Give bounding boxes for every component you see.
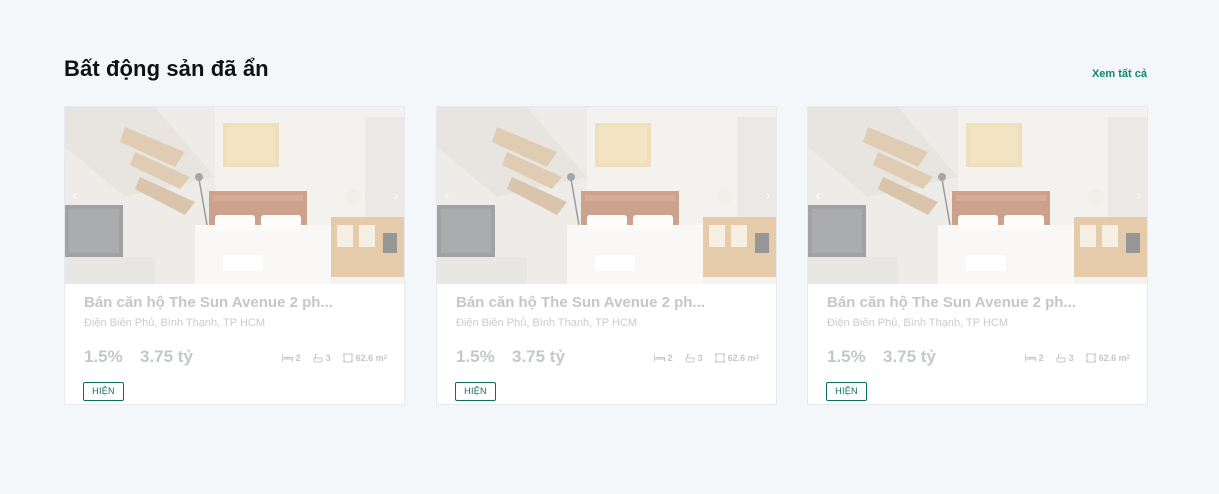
area-unit-exponent: 2 <box>383 355 387 361</box>
listing-title[interactable]: Bán căn hộ The Sun Avenue 2 ph... <box>456 294 705 311</box>
listing-card[interactable]: ‹ › Bán căn hộ The Sun Avenue 2 ph... Đi… <box>807 106 1148 405</box>
bath-icon <box>1056 354 1066 363</box>
beds-count: 2 <box>1038 353 1044 363</box>
listing-rate: 1.5% <box>84 347 123 366</box>
chevron-left-icon[interactable]: ‹ <box>439 185 455 205</box>
listing-photo[interactable]: ‹ › <box>65 107 404 284</box>
view-all-link[interactable]: Xem tất cả <box>1092 68 1147 80</box>
listing-rate: 1.5% <box>456 347 495 366</box>
listing-card[interactable]: ‹ › Bán căn hộ The Sun Avenue 2 ph... Đi… <box>64 106 405 405</box>
listing-price: 3.75 tỷ <box>883 347 936 366</box>
baths-spec: 3 <box>685 353 703 363</box>
area-spec: 62.6 m2 <box>1085 353 1130 363</box>
baths-count: 3 <box>1068 353 1074 363</box>
listing-price: 3.75 tỷ <box>512 347 565 366</box>
area-icon <box>342 353 353 363</box>
section-header: Bất động sản đã ẩn Xem tất cả <box>64 56 1147 88</box>
show-button[interactable]: HIỆN <box>826 382 867 401</box>
area-icon <box>714 353 725 363</box>
listing-info: Bán căn hộ The Sun Avenue 2 ph... Điện B… <box>437 284 776 404</box>
baths-count: 3 <box>697 353 703 363</box>
hidden-listings: ‹ › Bán căn hộ The Sun Avenue 2 ph... Đi… <box>64 106 1148 406</box>
area-value: 62.6 m <box>355 353 384 363</box>
area-value: 62.6 m <box>727 353 756 363</box>
chevron-right-icon[interactable]: › <box>760 185 776 205</box>
bed-icon <box>1024 354 1036 362</box>
baths-count: 3 <box>325 353 331 363</box>
baths-spec: 3 <box>313 353 331 363</box>
area-spec: 62.6 m2 <box>342 353 387 363</box>
beds-spec: 2 <box>1024 353 1044 363</box>
beds-count: 2 <box>667 353 673 363</box>
area-unit-exponent: 2 <box>755 355 759 361</box>
listing-address: Điện Biên Phủ, Bình Thạnh, TP HCM <box>456 317 637 329</box>
hidden-overlay <box>808 107 1147 284</box>
chevron-right-icon[interactable]: › <box>388 185 404 205</box>
area-value: 62.6 m <box>1098 353 1127 363</box>
listing-info: Bán căn hộ The Sun Avenue 2 ph... Điện B… <box>65 284 404 404</box>
area-spec: 62.6 m2 <box>714 353 759 363</box>
chevron-left-icon[interactable]: ‹ <box>810 185 826 205</box>
hidden-overlay <box>65 107 404 284</box>
listing-address: Điện Biên Phủ, Bình Thạnh, TP HCM <box>827 317 1008 329</box>
bed-icon <box>281 354 293 362</box>
chevron-right-icon[interactable]: › <box>1131 185 1147 205</box>
bed-icon <box>653 354 665 362</box>
listing-price: 3.75 tỷ <box>140 347 193 366</box>
section-title: Bất động sản đã ẩn <box>64 56 269 81</box>
area-unit-exponent: 2 <box>1126 355 1130 361</box>
bath-icon <box>685 354 695 363</box>
listing-photo[interactable]: ‹ › <box>437 107 776 284</box>
hidden-overlay <box>437 107 776 284</box>
show-button[interactable]: HIỆN <box>83 382 124 401</box>
listing-specs: 2 3 62.6 m2 <box>270 351 387 365</box>
listing-title[interactable]: Bán căn hộ The Sun Avenue 2 ph... <box>827 294 1076 311</box>
listing-rate: 1.5% <box>827 347 866 366</box>
chevron-left-icon[interactable]: ‹ <box>67 185 83 205</box>
listing-specs: 2 3 62.6 m2 <box>642 351 759 365</box>
show-button[interactable]: HIỆN <box>455 382 496 401</box>
beds-spec: 2 <box>653 353 673 363</box>
bath-icon <box>313 354 323 363</box>
listing-info: Bán căn hộ The Sun Avenue 2 ph... Điện B… <box>808 284 1147 404</box>
listing-address: Điện Biên Phủ, Bình Thạnh, TP HCM <box>84 317 265 329</box>
listing-card[interactable]: ‹ › Bán căn hộ The Sun Avenue 2 ph... Đi… <box>436 106 777 405</box>
beds-count: 2 <box>295 353 301 363</box>
listing-specs: 2 3 62.6 m2 <box>1013 351 1130 365</box>
area-icon <box>1085 353 1096 363</box>
listing-title[interactable]: Bán căn hộ The Sun Avenue 2 ph... <box>84 294 333 311</box>
baths-spec: 3 <box>1056 353 1074 363</box>
listing-photo[interactable]: ‹ › <box>808 107 1147 284</box>
beds-spec: 2 <box>281 353 301 363</box>
